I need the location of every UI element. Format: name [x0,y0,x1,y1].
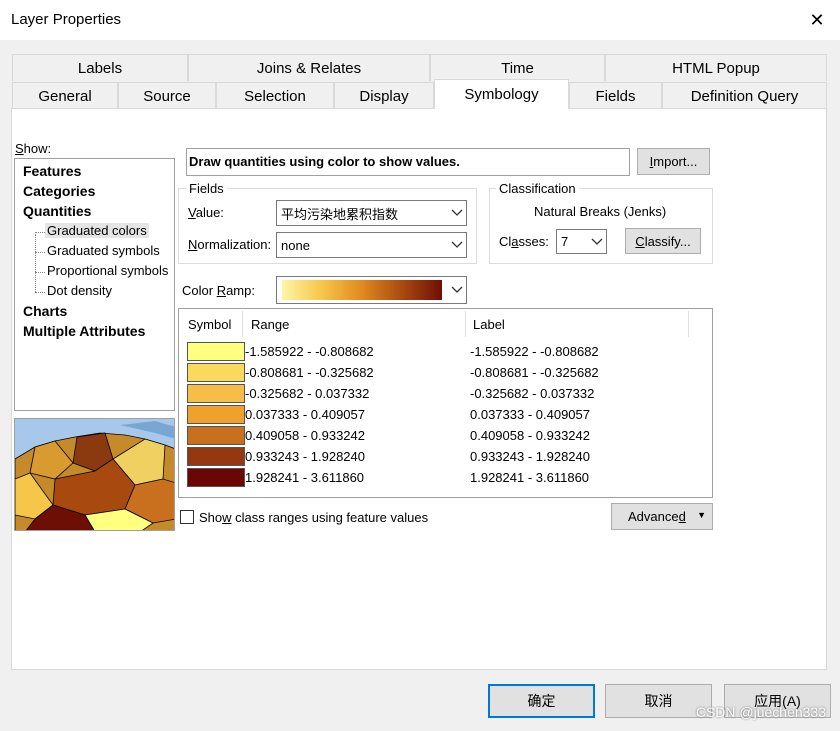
range-cell: 1.928241 - 3.611860 [245,470,365,485]
range-cell: 0.037333 - 0.409057 [245,407,365,422]
header-range[interactable]: Range [251,317,289,332]
class-symbol-swatch[interactable] [187,426,245,445]
label-cell: 0.037333 - 0.409057 [470,407,590,422]
show-item-multiple-attributes[interactable]: Multiple Attributes [23,323,145,339]
label-cell: 0.933243 - 1.928240 [470,449,590,464]
chevron-down-icon [588,238,606,246]
label-cell: -0.808681 - -0.325682 [470,365,599,380]
show-tree: Features Categories Quantities Graduated… [14,158,175,411]
show-subitem-graduated-symbols[interactable]: Graduated symbols [47,243,160,258]
classify-button-label: Classify... [635,233,691,249]
import-button[interactable]: Import... [637,148,710,175]
table-row[interactable]: 0.037333 - 0.409057 0.037333 - 0.409057 [179,404,712,425]
classes-selected: 7 [561,234,569,249]
chevron-down-icon [448,286,466,294]
import-button-label: Import... [649,154,698,169]
table-row[interactable]: 0.933243 - 1.928240 0.933243 - 1.928240 [179,446,712,467]
chevron-down-icon [448,209,466,217]
tab-html-popup[interactable]: HTML Popup [605,54,827,81]
tab-general[interactable]: General [12,82,118,109]
fields-group-title: Fields [186,181,227,196]
show-item-charts[interactable]: Charts [23,303,67,319]
close-icon[interactable]: ✕ [794,0,840,40]
header-symbol[interactable]: Symbol [188,317,231,332]
table-header: Symbol Range Label [179,309,712,339]
color-ramp-label: Color Ramp: [182,283,255,298]
classes-dropdown[interactable]: 7 [556,229,607,254]
tab-joins-relates[interactable]: Joins & Relates [188,54,430,81]
map-preview-image [14,418,175,531]
class-symbol-swatch[interactable] [187,405,245,424]
class-symbol-swatch[interactable] [187,342,245,361]
show-subitem-graduated-colors[interactable]: Graduated colors [45,223,149,238]
range-cell: -1.585922 - -0.808682 [245,344,374,359]
normalization-dropdown[interactable]: none [276,232,467,258]
range-cell: 0.409058 - 0.933242 [245,428,365,443]
color-ramp-swatch [282,280,442,300]
advanced-button[interactable]: Advanced ▼ [611,503,713,530]
table-row[interactable]: 0.409058 - 0.933242 0.409058 - 0.933242 [179,425,712,446]
label-cell: 0.409058 - 0.933242 [470,428,590,443]
column-divider[interactable] [465,311,466,337]
show-item-categories[interactable]: Categories [23,183,95,199]
range-cell: 0.933243 - 1.928240 [245,449,365,464]
label-cell: -0.325682 - 0.037332 [470,386,595,401]
tab-labels[interactable]: Labels [12,54,188,81]
tree-line [35,232,45,233]
title-bar: Layer Properties ✕ [0,0,840,40]
class-symbol-swatch[interactable] [187,384,245,403]
window-title: Layer Properties [11,11,122,28]
ok-button[interactable]: 确定 [488,684,595,718]
classify-button[interactable]: Classify... [625,228,701,254]
label-cell: -1.585922 - -0.808682 [470,344,599,359]
show-class-ranges-label: Show class ranges using feature values [199,510,429,525]
chevron-down-icon [448,241,466,249]
classification-method: Natural Breaks (Jenks) [534,204,667,219]
table-row[interactable]: 1.928241 - 3.611860 1.928241 - 3.611860 [179,467,712,488]
show-subitem-proportional-symbols[interactable]: Proportional symbols [47,263,168,278]
show-class-ranges-checkbox[interactable] [180,510,194,524]
class-table: Symbol Range Label -1.585922 - -0.808682… [178,308,713,498]
caret-down-icon: ▼ [697,510,706,520]
tab-definition-query[interactable]: Definition Query [662,82,827,109]
description-text: Draw quantities using color to show valu… [189,154,460,169]
tab-selection[interactable]: Selection [216,82,334,109]
tree-line [35,292,45,293]
range-cell: -0.808681 - -0.325682 [245,365,374,380]
tab-time[interactable]: Time [430,54,605,81]
table-row[interactable]: -0.325682 - 0.037332 -0.325682 - 0.03733… [179,383,712,404]
normalization-selected: none [281,237,310,253]
table-row[interactable]: -0.808681 - -0.325682 -0.808681 - -0.325… [179,362,712,383]
show-subitem-dot-density[interactable]: Dot density [47,283,112,298]
tree-line [35,272,45,273]
tab-display[interactable]: Display [334,82,434,109]
tree-line [35,252,45,253]
show-item-features[interactable]: Features [23,163,81,179]
show-label: Show: [15,141,52,156]
header-label[interactable]: Label [473,317,505,332]
value-selected: 平均污染地累积指数 [281,206,399,222]
class-symbol-swatch[interactable] [187,447,245,466]
class-symbol-swatch[interactable] [187,468,245,487]
show-item-quantities[interactable]: Quantities [23,203,91,219]
classification-group-title: Classification [496,181,579,196]
tab-symbology[interactable]: Symbology [434,79,569,109]
tab-source[interactable]: Source [118,82,216,109]
table-row[interactable]: -1.585922 - -0.808682 -1.585922 - -0.808… [179,341,712,362]
value-label: Value: [188,205,224,220]
column-divider[interactable] [242,311,243,337]
watermark-text: CSDN @juechen333 [695,704,826,720]
tree-line [35,234,36,292]
label-cell: 1.928241 - 3.611860 [470,470,590,485]
description-field: Draw quantities using color to show valu… [186,148,630,176]
range-cell: -0.325682 - 0.037332 [245,386,370,401]
classes-label: Classes: [499,234,549,249]
tab-fields[interactable]: Fields [569,82,662,109]
value-dropdown[interactable]: 平均污染地累积指数 [276,200,467,226]
class-symbol-swatch[interactable] [187,363,245,382]
color-ramp-dropdown[interactable] [276,276,467,304]
column-divider[interactable] [688,311,689,337]
normalization-label: Normalization: [188,237,272,252]
advanced-button-label: Advanced [628,509,686,524]
